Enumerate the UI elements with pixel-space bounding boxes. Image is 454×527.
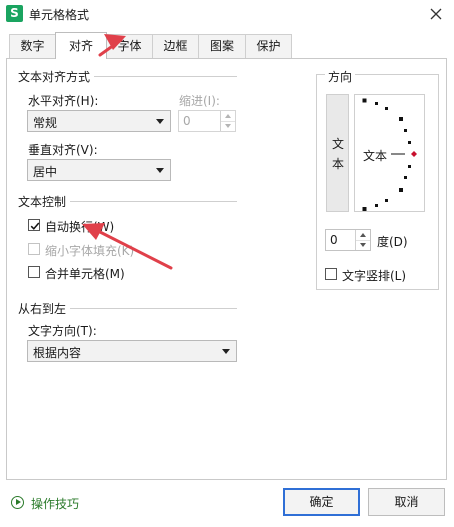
horizontal-align-label: 水平对齐(H):: [28, 94, 99, 108]
chevron-down-icon: [156, 119, 164, 124]
vertical-stack-label[interactable]: 文字竖排(L): [342, 267, 406, 284]
rtl-group-title: 从右到左: [18, 300, 71, 317]
close-button[interactable]: [424, 3, 448, 25]
tab-protection[interactable]: 保护: [245, 34, 292, 58]
arrow-up-icon: [360, 233, 366, 237]
dialog-title: 单元格格式: [29, 8, 90, 22]
cancel-button[interactable]: 取消: [368, 488, 445, 516]
arrow-down-icon: [225, 124, 231, 128]
vertical-align-select[interactable]: 居中: [27, 159, 171, 181]
checkmark-icon: [30, 222, 40, 230]
title-bar: S 单元格格式: [0, 0, 454, 28]
merge-cells-checkbox[interactable]: [28, 266, 40, 278]
merge-cells-label[interactable]: 合并单元格(M): [45, 265, 125, 282]
tab-font[interactable]: 字体: [106, 34, 153, 58]
ok-button[interactable]: 确定: [283, 488, 360, 516]
text-direction-value: 根据内容: [33, 346, 82, 360]
tips-link[interactable]: 操作技巧: [31, 495, 79, 512]
orientation-group-title: 方向: [325, 68, 356, 85]
arrow-down-icon: [360, 243, 366, 247]
chevron-down-icon: [222, 349, 230, 354]
indent-decrement-button[interactable]: [221, 121, 235, 131]
wps-app-icon: S: [6, 5, 23, 22]
text-direction-label: 文字方向(T):: [28, 324, 97, 338]
close-icon: [430, 8, 442, 20]
vertical-text-char: 本: [332, 157, 345, 171]
chevron-down-icon: [156, 168, 164, 173]
text-alignment-group-title: 文本对齐方式: [18, 68, 95, 85]
vertical-text-char: 文: [332, 137, 345, 151]
horizontal-align-value: 常规: [33, 116, 58, 130]
degree-decrement-button[interactable]: [356, 240, 370, 250]
text-control-group-title: 文本控制: [18, 193, 71, 210]
indent-label: 缩进(I):: [179, 94, 220, 108]
wrap-text-label[interactable]: 自动换行(W): [45, 218, 114, 235]
degree-label: 度(D): [377, 235, 408, 249]
tab-pattern[interactable]: 图案: [198, 34, 246, 58]
text-direction-select[interactable]: 根据内容: [27, 340, 237, 362]
orientation-preview-text: 文本: [363, 149, 388, 163]
horizontal-align-select[interactable]: 常规: [27, 110, 171, 132]
tab-border[interactable]: 边框: [152, 34, 199, 58]
play-tips-icon: [11, 496, 24, 509]
vertical-align-label: 垂直对齐(V):: [28, 143, 98, 157]
shrink-to-fit-label[interactable]: 缩小字体填充(K): [45, 242, 134, 259]
indent-stepper[interactable]: 0: [178, 110, 236, 132]
degree-stepper[interactable]: 0: [325, 229, 371, 251]
vertical-stack-checkbox[interactable]: [325, 268, 337, 280]
shrink-to-fit-checkbox[interactable]: [28, 243, 40, 255]
tab-number[interactable]: 数字: [9, 34, 56, 58]
orientation-dial[interactable]: 文本: [354, 94, 425, 212]
degree-value: 0: [330, 233, 338, 247]
vertical-text-button[interactable]: 文 本: [326, 94, 349, 212]
arrow-up-icon: [225, 114, 231, 118]
vertical-align-value: 居中: [33, 165, 58, 179]
indent-value: 0: [183, 114, 191, 128]
tab-alignment[interactable]: 对齐: [55, 32, 107, 59]
wrap-text-checkbox[interactable]: [28, 219, 40, 231]
